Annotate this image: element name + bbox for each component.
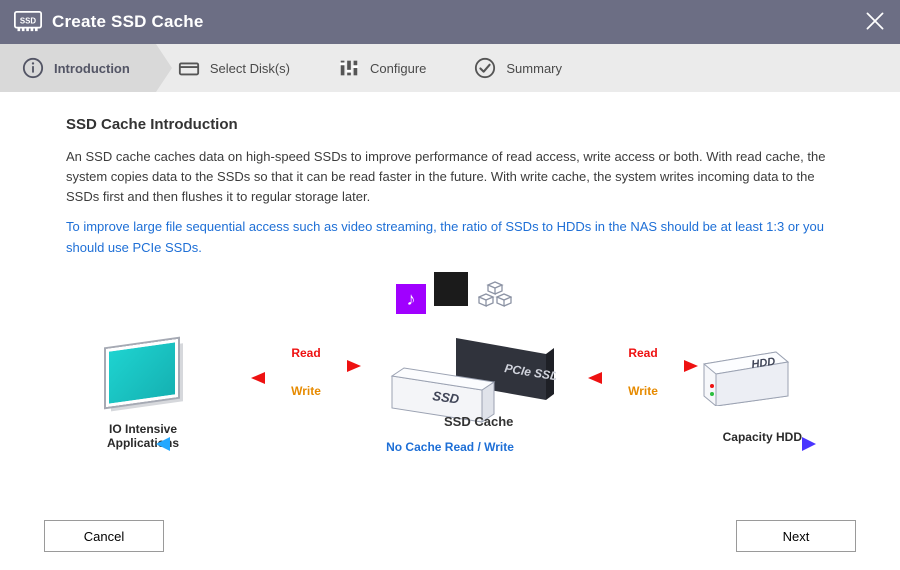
window-header: SSD Create SSD Cache bbox=[0, 0, 900, 44]
step-select-disks[interactable]: Select Disk(s) bbox=[156, 44, 316, 92]
write-label: Write bbox=[588, 384, 698, 398]
step-label: Select Disk(s) bbox=[210, 61, 290, 76]
arrow-right-icon bbox=[251, 360, 361, 372]
ssd-icon: SSD bbox=[14, 11, 42, 33]
io-apps-graphic bbox=[106, 344, 178, 402]
step-label: Summary bbox=[506, 61, 562, 76]
cache-diagram: IO Intensive Applications ♪ PCIe SSD bbox=[66, 268, 834, 478]
step-label: Introduction bbox=[54, 61, 130, 76]
arrow-left-icon bbox=[588, 372, 698, 384]
sliders-icon bbox=[338, 57, 360, 79]
disk-icon bbox=[178, 57, 200, 79]
step-label: Configure bbox=[370, 61, 426, 76]
close-icon[interactable] bbox=[862, 8, 888, 34]
step-configure[interactable]: Configure bbox=[316, 44, 452, 92]
info-icon bbox=[22, 57, 44, 79]
step-summary[interactable]: Summary bbox=[452, 44, 588, 92]
read-label: Read bbox=[251, 346, 361, 360]
section-heading: SSD Cache Introduction bbox=[66, 116, 834, 133]
content-area: SSD Cache Introduction An SSD cache cach… bbox=[0, 92, 900, 486]
hdd-graphic: HDD bbox=[698, 346, 794, 411]
next-button[interactable]: Next bbox=[736, 520, 856, 552]
wizard-steps: Introduction Select Disk(s) Configure Su… bbox=[0, 44, 900, 92]
arrows-left: Read Write bbox=[251, 346, 361, 398]
step-introduction[interactable]: Introduction bbox=[0, 44, 156, 92]
ssd-cache-label: SSD Cache bbox=[444, 414, 513, 429]
footer: Cancel Next bbox=[0, 520, 900, 552]
read-label: Read bbox=[588, 346, 698, 360]
window-title: Create SSD Cache bbox=[52, 12, 204, 32]
write-label: Write bbox=[251, 384, 361, 398]
arrow-right-icon bbox=[588, 360, 698, 372]
intro-note: To improve large file sequential access … bbox=[66, 217, 834, 257]
no-cache-label: No Cache Read / Write bbox=[66, 440, 834, 454]
intro-paragraph: An SSD cache caches data on high-speed S… bbox=[66, 147, 834, 207]
svg-text:SSD: SSD bbox=[20, 16, 36, 25]
cancel-button[interactable]: Cancel bbox=[44, 520, 164, 552]
cubes-icon bbox=[478, 280, 512, 315]
film-icon bbox=[434, 272, 468, 306]
arrow-left-icon bbox=[251, 372, 361, 384]
music-icon: ♪ bbox=[396, 284, 426, 314]
arrows-right: Read Write bbox=[588, 346, 698, 398]
check-icon bbox=[474, 57, 496, 79]
